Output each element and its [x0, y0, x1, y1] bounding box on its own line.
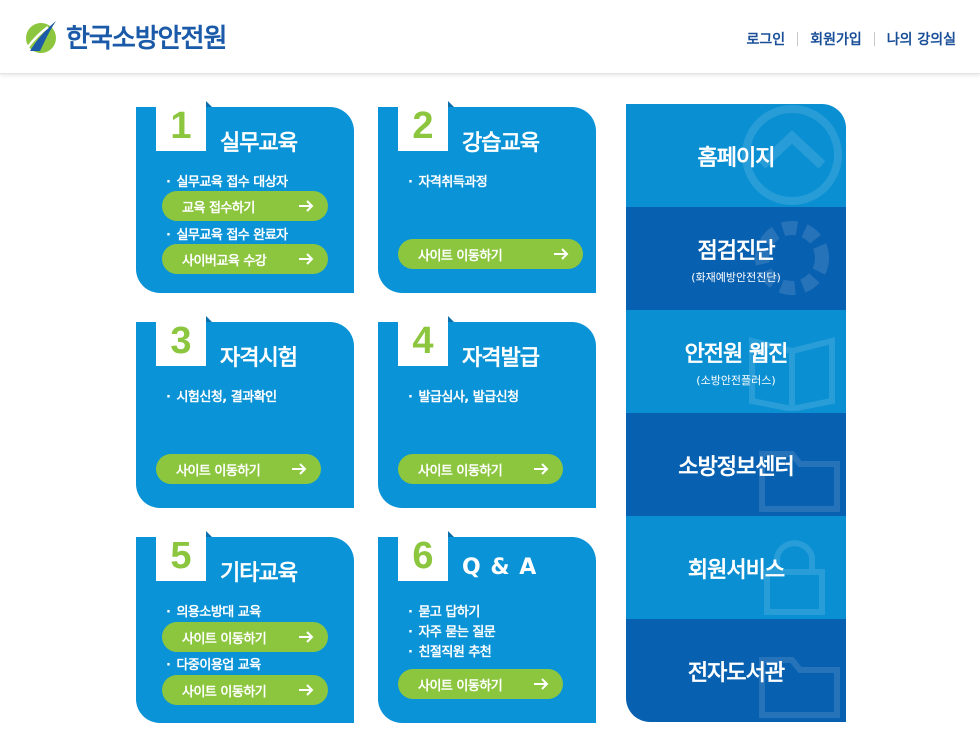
arrow-right-icon — [534, 678, 549, 690]
arrow-right-icon — [299, 253, 314, 265]
side-menu: 홈페이지 점검진단 (화재예방안전진단) 안전원 웹진 (소방안전플러스) 소방… — [626, 104, 846, 722]
button-label: 사이트 이동하기 — [418, 463, 503, 479]
arrow-right-icon — [534, 463, 549, 475]
gear-icon — [755, 221, 829, 295]
card-title: 기타교육 — [220, 561, 298, 586]
card-lecture-education: 2 강습교육 자격취득과정 사이트 이동하기 — [378, 101, 596, 293]
bullet-text: 자주 묻는 질문 — [408, 621, 495, 640]
side-item-inspection[interactable]: 점검진단 (화재예방안전진단) — [626, 207, 846, 310]
side-item-homepage[interactable]: 홈페이지 — [626, 104, 846, 207]
card-number-box: 3 — [156, 316, 212, 366]
cyber-education-button[interactable]: 사이버교육 수강 — [162, 244, 328, 274]
my-classroom-link[interactable]: 나의 강의실 — [887, 29, 956, 49]
card-title: 실무교육 — [220, 131, 298, 156]
card-other-education: 5 기타교육 의용소방대 교육 사이트 이동하기 다중이용업 교육 사이트 이동… — [136, 531, 354, 723]
bullet-text: 발급심사, 발급신청 — [408, 386, 519, 405]
card-number: 3 — [170, 319, 192, 362]
logo[interactable]: 한국소방안전원 — [22, 17, 227, 55]
card-number: 6 — [412, 534, 434, 577]
card-number: 5 — [170, 534, 192, 577]
arrow-right-icon — [299, 684, 314, 696]
arrow-right-icon — [292, 463, 307, 475]
lock-icon — [764, 540, 825, 615]
bullet-text: 실무교육 접수 대상자 — [166, 171, 288, 190]
card-number-box: 5 — [156, 531, 212, 581]
card-qualification-issue: 4 자격발급 발급심사, 발급신청 사이트 이동하기 — [378, 316, 596, 508]
nav-divider — [873, 32, 875, 46]
card-title: Q & A — [462, 555, 538, 580]
button-label: 사이트 이동하기 — [182, 631, 267, 647]
button-label: 사이트 이동하기 — [182, 684, 267, 700]
site-move-button[interactable]: 사이트 이동하기 — [398, 239, 583, 269]
card-number-box: 1 — [156, 101, 212, 151]
nav-divider — [797, 32, 799, 46]
card-number-box: 4 — [398, 316, 454, 366]
site-move-button[interactable]: 사이트 이동하기 — [162, 675, 328, 705]
book-icon — [749, 337, 835, 411]
button-label: 사이트 이동하기 — [176, 463, 261, 479]
card-number: 2 — [412, 104, 434, 147]
card-qualification-exam: 3 자격시험 시험신청, 결과확인 사이트 이동하기 — [136, 316, 354, 508]
bullet-text: 자격취득과정 — [408, 171, 487, 190]
logo-mark-icon — [26, 21, 56, 53]
bullet-text: 실무교육 접수 완료자 — [166, 224, 288, 243]
login-link[interactable]: 로그인 — [747, 29, 786, 49]
side-item-member-service[interactable]: 회원서비스 — [626, 516, 846, 619]
arrow-right-icon — [299, 200, 314, 212]
side-item-info-center[interactable]: 소방정보센터 — [626, 413, 846, 516]
button-label: 사이트 이동하기 — [418, 678, 503, 694]
card-title: 자격시험 — [220, 346, 298, 371]
top-nav: 로그인 회원가입 나의 강의실 — [747, 29, 956, 49]
card-title: 강습교육 — [462, 131, 540, 156]
side-item-webzine[interactable]: 안전원 웹진 (소방안전플러스) — [626, 310, 846, 413]
bullet-text: 묻고 답하기 — [408, 601, 480, 620]
library-icon — [759, 657, 840, 718]
site-move-button[interactable]: 사이트 이동하기 — [398, 669, 563, 699]
home-icon — [742, 105, 842, 205]
button-label: 교육 접수하기 — [182, 200, 255, 216]
card-qna: 6 Q & A 묻고 답하기 자주 묻는 질문 친절직원 추천 사이트 이동하기 — [378, 531, 596, 723]
logo-text: 한국소방안전원 — [66, 23, 227, 54]
bullet-text: 의용소방대 교육 — [166, 601, 261, 620]
button-label: 사이버교육 수강 — [182, 253, 267, 269]
side-item-e-library[interactable]: 전자도서관 — [626, 619, 846, 722]
card-title: 자격발급 — [462, 346, 540, 371]
site-move-button[interactable]: 사이트 이동하기 — [398, 454, 563, 484]
card-number-box: 2 — [398, 101, 454, 151]
card-number-box: 6 — [398, 531, 454, 581]
card-number: 1 — [170, 104, 192, 147]
education-apply-button[interactable]: 교육 접수하기 — [162, 191, 328, 221]
arrow-right-icon — [554, 248, 569, 260]
bullet-text: 시험신청, 결과확인 — [166, 386, 277, 405]
card-number: 4 — [412, 319, 434, 362]
arrow-right-icon — [299, 631, 314, 643]
signup-link[interactable]: 회원가입 — [810, 29, 862, 49]
bullet-text: 다중이용업 교육 — [166, 654, 261, 673]
bullet-text: 친절직원 추천 — [408, 641, 491, 660]
site-move-button[interactable]: 사이트 이동하기 — [156, 454, 321, 484]
site-header: 한국소방안전원 로그인 회원가입 나의 강의실 — [0, 0, 980, 74]
button-label: 사이트 이동하기 — [418, 248, 503, 264]
site-move-button[interactable]: 사이트 이동하기 — [162, 622, 328, 652]
card-practical-education: 1 실무교육 실무교육 접수 대상자 교육 접수하기 실무교육 접수 완료자 사… — [136, 101, 354, 293]
folder-icon — [759, 451, 840, 512]
